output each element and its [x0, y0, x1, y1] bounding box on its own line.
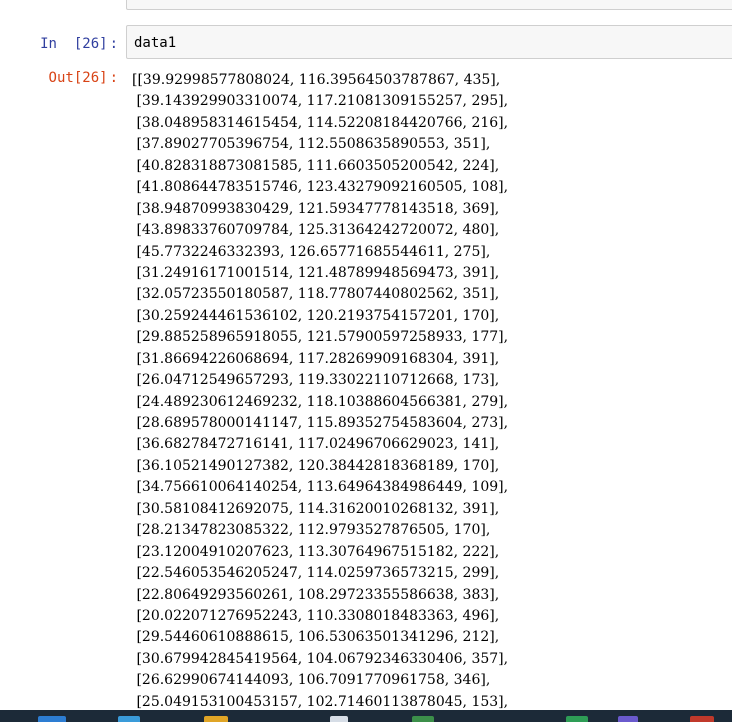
output-line: [26.62990674144093, 106.7091770961758, 3… [132, 672, 491, 689]
output-line: [30.259244461536102, 120.2193754157201, … [132, 307, 500, 324]
output-line: [23.12004910207623, 113.30764967515182, … [132, 543, 500, 560]
output-line: [36.10521490127382, 120.38442818368189, … [132, 457, 500, 474]
output-line: [26.04712549657293, 119.33022110712668, … [132, 372, 500, 389]
code-input-area[interactable]: data1 [126, 25, 732, 59]
input-prompt: In [26]: [0, 36, 118, 52]
output-line: [24.489230612469232, 118.10388604566381,… [132, 393, 509, 410]
notebook-page: In [26]: data1 Out[26]: [[39.92998577808… [0, 0, 732, 722]
output-line: [20.022071276952243, 110.3308018483363, … [132, 607, 500, 624]
output-line: [38.94870993830429, 121.59347778143518, … [132, 200, 500, 217]
output-prompt: Out[26]: [0, 70, 118, 86]
output-prompt-number: [26] [73, 70, 108, 86]
taskbar-app-icon[interactable] [412, 716, 434, 722]
output-line: [[39.92998577808024, 116.39564503787867,… [132, 72, 501, 88]
output-line: [34.756610064140254, 113.64964384986449,… [132, 479, 509, 496]
taskbar-app-icon[interactable] [118, 716, 140, 722]
input-prompt-sep: : [109, 36, 118, 52]
output-line: [37.89027705396754, 112.5508635890553, 3… [132, 136, 491, 153]
output-line: [22.80649293560261, 108.29723355586638, … [132, 586, 500, 603]
output-line: [31.86694226068694, 117.28269909168304, … [132, 350, 500, 367]
taskbar-app-icon[interactable] [330, 716, 348, 722]
output-line: [41.808644783515746, 123.43279092160505,… [132, 179, 509, 196]
output-line: [45.7732246332393, 126.65771685544611, 2… [132, 243, 491, 260]
taskbar-app-icon[interactable] [618, 716, 638, 722]
output-line: [28.689578000141147, 115.89352754583604,… [132, 415, 509, 431]
output-line: [29.54460610888615, 106.53063501341296, … [132, 629, 500, 646]
output-line: [43.89833760709784, 125.31364242720072, … [132, 222, 500, 239]
output-line: [22.546053546205247, 114.0259736573215, … [132, 565, 500, 582]
output-line: [30.679942845419564, 104.06792346330406,… [132, 650, 509, 667]
output-line: [39.143929903310074, 117.21081309155257,… [132, 93, 509, 110]
taskbar-app-icon[interactable] [566, 716, 588, 722]
taskbar-app-icon[interactable] [38, 716, 66, 722]
output-prompt-sep: : [109, 70, 118, 86]
input-prompt-label: In [40, 36, 57, 52]
os-taskbar [0, 710, 732, 722]
output-line: [32.05723550180587, 118.77807440802562, … [132, 286, 500, 303]
output-line: [28.21347823085322, 112.9793527876505, 1… [132, 522, 491, 539]
output-line: [40.828318873081585, 111.6603505200542, … [132, 157, 500, 174]
previous-cell-input[interactable] [126, 0, 732, 10]
taskbar-app-icon[interactable] [204, 716, 228, 722]
code-input-text[interactable]: data1 [134, 35, 176, 51]
output-prompt-label: Out [48, 70, 74, 86]
output-line: [31.24916171001514, 121.48789948569473, … [132, 264, 500, 281]
output-line: [36.68278472716141, 117.02496706629023, … [132, 436, 500, 453]
output-line: [38.048958314615454, 114.52208184420766,… [132, 114, 509, 131]
output-line: [30.58108412692075, 114.31620010268132, … [132, 500, 500, 517]
output-line: [29.885258965918055, 121.57900597258933,… [132, 329, 509, 346]
taskbar-app-icon[interactable] [690, 716, 714, 722]
input-prompt-number: [26] [73, 36, 108, 52]
cell-output-area: [[39.92998577808024, 116.39564503787867,… [132, 70, 732, 713]
